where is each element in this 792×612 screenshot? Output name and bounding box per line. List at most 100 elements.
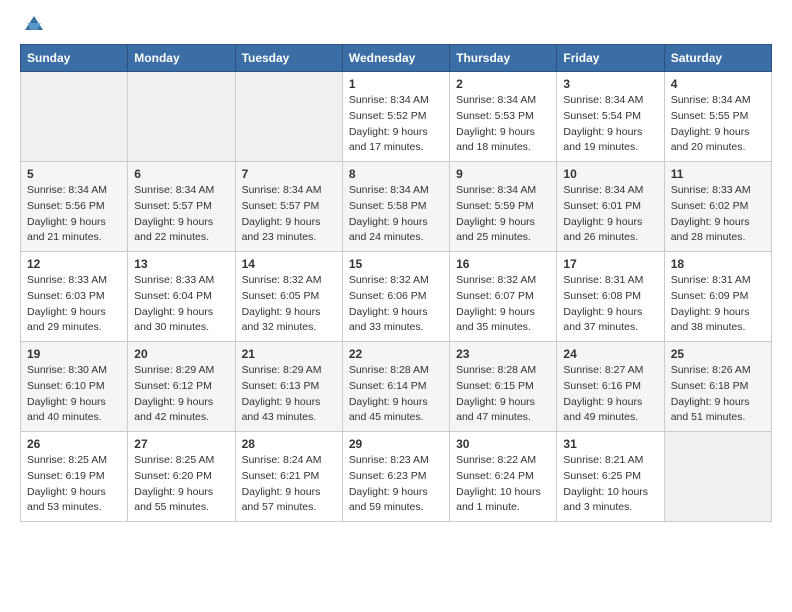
calendar-cell: 1 Sunrise: 8:34 AMSunset: 5:52 PMDaylight… [342, 72, 449, 162]
calendar-cell: 5 Sunrise: 8:34 AMSunset: 5:56 PMDaylight… [21, 162, 128, 252]
cell-day-number: 23 [456, 347, 550, 361]
cell-day-number: 28 [242, 437, 336, 451]
cell-day-number: 15 [349, 257, 443, 271]
calendar-week-row: 19 Sunrise: 8:30 AMSunset: 6:10 PMDayligh… [21, 342, 772, 432]
cell-day-number: 2 [456, 77, 550, 91]
calendar-header: SundayMondayTuesdayWednesdayThursdayFrid… [21, 45, 772, 72]
day-of-week-header: Thursday [450, 45, 557, 72]
calendar-cell: 10 Sunrise: 8:34 AMSunset: 6:01 PMDayligh… [557, 162, 664, 252]
cell-day-number: 22 [349, 347, 443, 361]
header [20, 16, 772, 34]
calendar-cell: 31 Sunrise: 8:21 AMSunset: 6:25 PMDayligh… [557, 432, 664, 522]
calendar-table: SundayMondayTuesdayWednesdayThursdayFrid… [20, 44, 772, 522]
cell-day-number: 5 [27, 167, 121, 181]
cell-sun-info: Sunrise: 8:31 AMSunset: 6:08 PMDaylight:… [563, 273, 657, 336]
calendar-cell: 13Sunrise: 8:33 AMSunset: 6:04 PMDayligh… [128, 252, 235, 342]
calendar-cell: 9 Sunrise: 8:34 AMSunset: 5:59 PMDaylight… [450, 162, 557, 252]
calendar-cell: 23Sunrise: 8:28 AMSunset: 6:15 PMDayligh… [450, 342, 557, 432]
cell-sun-info: Sunrise: 8:32 AMSunset: 6:05 PMDaylight:… [242, 273, 336, 336]
cell-sun-info: Sunrise: 8:30 AMSunset: 6:10 PMDaylight:… [27, 363, 121, 426]
cell-sun-info: Sunrise: 8:34 AMSunset: 5:53 PMDaylight:… [456, 93, 550, 156]
cell-sun-info: Sunrise: 8:34 AMSunset: 5:59 PMDaylight:… [456, 183, 550, 246]
cell-day-number: 26 [27, 437, 121, 451]
calendar-cell: 14Sunrise: 8:32 AMSunset: 6:05 PMDayligh… [235, 252, 342, 342]
cell-sun-info: Sunrise: 8:25 AMSunset: 6:19 PMDaylight:… [27, 453, 121, 516]
calendar-cell: 25 Sunrise: 8:26 AMSunset: 6:18 PMDayligh… [664, 342, 771, 432]
cell-sun-info: Sunrise: 8:23 AMSunset: 6:23 PMDaylight:… [349, 453, 443, 516]
calendar-cell: 15 Sunrise: 8:32 AMSunset: 6:06 PMDayligh… [342, 252, 449, 342]
calendar-week-row: 5 Sunrise: 8:34 AMSunset: 5:56 PMDaylight… [21, 162, 772, 252]
cell-day-number: 19 [27, 347, 121, 361]
calendar-body: 1 Sunrise: 8:34 AMSunset: 5:52 PMDaylight… [21, 72, 772, 522]
cell-sun-info: Sunrise: 8:33 AMSunset: 6:04 PMDaylight:… [134, 273, 228, 336]
cell-sun-info: Sunrise: 8:34 AMSunset: 5:56 PMDaylight:… [27, 183, 121, 246]
cell-day-number: 6 [134, 167, 228, 181]
cell-day-number: 9 [456, 167, 550, 181]
cell-sun-info: Sunrise: 8:34 AMSunset: 5:58 PMDaylight:… [349, 183, 443, 246]
calendar-cell: 28Sunrise: 8:24 AMSunset: 6:21 PMDayligh… [235, 432, 342, 522]
calendar-cell: 11Sunrise: 8:33 AMSunset: 6:02 PMDayligh… [664, 162, 771, 252]
day-of-week-header: Wednesday [342, 45, 449, 72]
cell-sun-info: Sunrise: 8:33 AMSunset: 6:03 PMDaylight:… [27, 273, 121, 336]
cell-sun-info: Sunrise: 8:26 AMSunset: 6:18 PMDaylight:… [671, 363, 765, 426]
cell-sun-info: Sunrise: 8:22 AMSunset: 6:24 PMDaylight:… [456, 453, 550, 516]
cell-sun-info: Sunrise: 8:33 AMSunset: 6:02 PMDaylight:… [671, 183, 765, 246]
cell-sun-info: Sunrise: 8:32 AMSunset: 6:06 PMDaylight:… [349, 273, 443, 336]
cell-day-number: 3 [563, 77, 657, 91]
cell-day-number: 16 [456, 257, 550, 271]
logo [20, 16, 45, 34]
cell-day-number: 1 [349, 77, 443, 91]
cell-day-number: 29 [349, 437, 443, 451]
cell-sun-info: Sunrise: 8:34 AMSunset: 5:55 PMDaylight:… [671, 93, 765, 156]
cell-sun-info: Sunrise: 8:34 AMSunset: 5:57 PMDaylight:… [134, 183, 228, 246]
cell-day-number: 4 [671, 77, 765, 91]
cell-sun-info: Sunrise: 8:34 AMSunset: 5:52 PMDaylight:… [349, 93, 443, 156]
cell-day-number: 17 [563, 257, 657, 271]
page: SundayMondayTuesdayWednesdayThursdayFrid… [0, 0, 792, 538]
cell-sun-info: Sunrise: 8:25 AMSunset: 6:20 PMDaylight:… [134, 453, 228, 516]
calendar-cell: 3 Sunrise: 8:34 AMSunset: 5:54 PMDaylight… [557, 72, 664, 162]
calendar-cell: 7 Sunrise: 8:34 AMSunset: 5:57 PMDaylight… [235, 162, 342, 252]
day-of-week-header: Monday [128, 45, 235, 72]
calendar-cell: 22Sunrise: 8:28 AMSunset: 6:14 PMDayligh… [342, 342, 449, 432]
cell-sun-info: Sunrise: 8:29 AMSunset: 6:12 PMDaylight:… [134, 363, 228, 426]
calendar-cell: 19 Sunrise: 8:30 AMSunset: 6:10 PMDayligh… [21, 342, 128, 432]
day-of-week-header: Saturday [664, 45, 771, 72]
cell-day-number: 25 [671, 347, 765, 361]
cell-day-number: 10 [563, 167, 657, 181]
calendar-cell: 24 Sunrise: 8:27 AMSunset: 6:16 PMDayligh… [557, 342, 664, 432]
calendar-cell: 30 Sunrise: 8:22 AMSunset: 6:24 PMDayligh… [450, 432, 557, 522]
cell-sun-info: Sunrise: 8:31 AMSunset: 6:09 PMDaylight:… [671, 273, 765, 336]
day-of-week-header: Friday [557, 45, 664, 72]
cell-sun-info: Sunrise: 8:21 AMSunset: 6:25 PMDaylight:… [563, 453, 657, 516]
logo-icon [23, 12, 45, 34]
calendar-week-row: 26 Sunrise: 8:25 AMSunset: 6:19 PMDayligh… [21, 432, 772, 522]
cell-day-number: 21 [242, 347, 336, 361]
calendar-cell: 27 Sunrise: 8:25 AMSunset: 6:20 PMDayligh… [128, 432, 235, 522]
cell-day-number: 30 [456, 437, 550, 451]
cell-sun-info: Sunrise: 8:34 AMSunset: 5:57 PMDaylight:… [242, 183, 336, 246]
cell-sun-info: Sunrise: 8:29 AMSunset: 6:13 PMDaylight:… [242, 363, 336, 426]
cell-sun-info: Sunrise: 8:34 AMSunset: 5:54 PMDaylight:… [563, 93, 657, 156]
cell-day-number: 24 [563, 347, 657, 361]
calendar-cell: 26 Sunrise: 8:25 AMSunset: 6:19 PMDayligh… [21, 432, 128, 522]
cell-day-number: 7 [242, 167, 336, 181]
calendar-week-row: 1 Sunrise: 8:34 AMSunset: 5:52 PMDaylight… [21, 72, 772, 162]
cell-sun-info: Sunrise: 8:34 AMSunset: 6:01 PMDaylight:… [563, 183, 657, 246]
calendar-cell: 4 Sunrise: 8:34 AMSunset: 5:55 PMDaylight… [664, 72, 771, 162]
cell-day-number: 12 [27, 257, 121, 271]
cell-day-number: 31 [563, 437, 657, 451]
calendar-cell: 2 Sunrise: 8:34 AMSunset: 5:53 PMDaylight… [450, 72, 557, 162]
calendar-cell: 8 Sunrise: 8:34 AMSunset: 5:58 PMDaylight… [342, 162, 449, 252]
calendar-cell: 6 Sunrise: 8:34 AMSunset: 5:57 PMDaylight… [128, 162, 235, 252]
calendar-week-row: 12 Sunrise: 8:33 AMSunset: 6:03 PMDayligh… [21, 252, 772, 342]
cell-day-number: 20 [134, 347, 228, 361]
calendar-cell: 16Sunrise: 8:32 AMSunset: 6:07 PMDayligh… [450, 252, 557, 342]
calendar-cell: 17 Sunrise: 8:31 AMSunset: 6:08 PMDayligh… [557, 252, 664, 342]
cell-sun-info: Sunrise: 8:27 AMSunset: 6:16 PMDaylight:… [563, 363, 657, 426]
cell-day-number: 27 [134, 437, 228, 451]
cell-day-number: 18 [671, 257, 765, 271]
cell-day-number: 8 [349, 167, 443, 181]
calendar-cell [21, 72, 128, 162]
calendar-cell: 18 Sunrise: 8:31 AMSunset: 6:09 PMDayligh… [664, 252, 771, 342]
